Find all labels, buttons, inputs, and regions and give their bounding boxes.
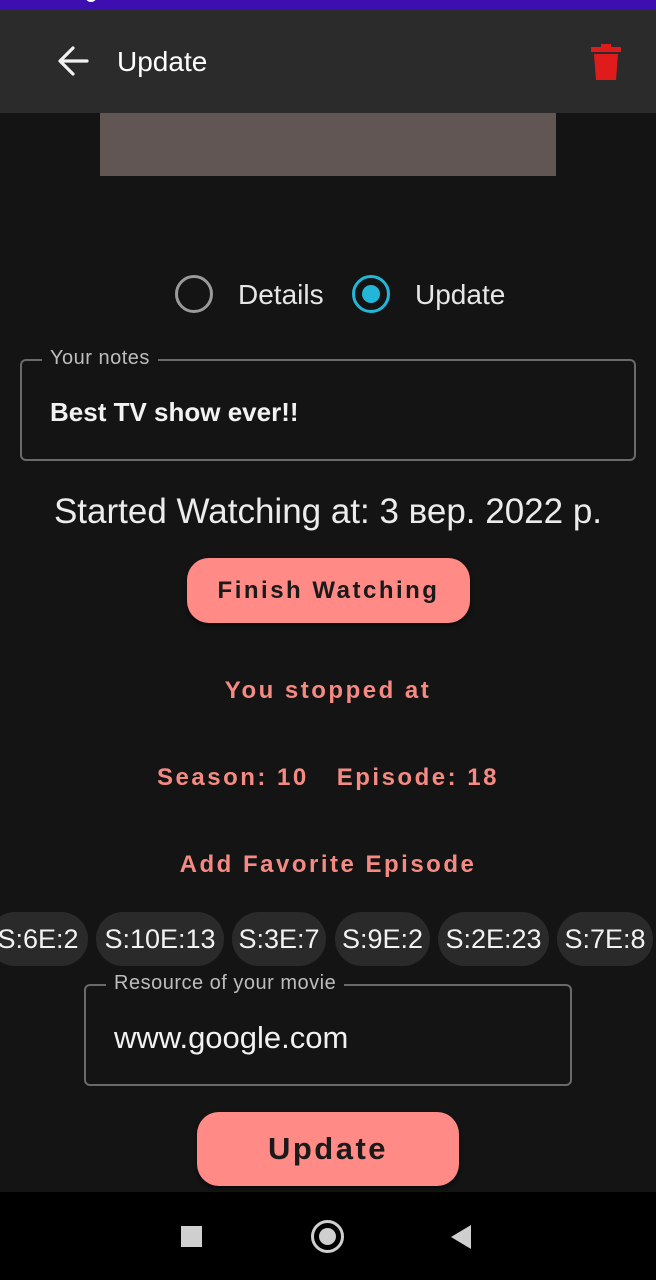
resource-field[interactable]: Resource of your movie www.google.com [84,972,572,1086]
favorite-chip[interactable]: S:7E:8 [557,912,653,966]
notes-input[interactable]: Best TV show ever!! [50,397,299,428]
resource-input[interactable]: www.google.com [114,1020,348,1056]
status-icon [85,0,97,2]
trash-icon [591,44,621,80]
favorite-episodes-list: S:6E:2 S:10E:13 S:3E:7 S:9E:2 S:2E:23 S:… [0,912,656,966]
started-watching-text: Started Watching at: 3 вер. 2022 р. [53,492,603,531]
back-button[interactable] [44,32,102,90]
resource-field-label: Resource of your movie [106,972,345,995]
stopped-at-label: You stopped at [224,677,432,704]
app-bar-title: Update [117,46,208,77]
system-nav-bar [0,1192,656,1280]
back-triangle-icon[interactable] [451,1225,471,1249]
favorite-chip[interactable]: S:3E:7 [232,912,326,966]
status-bar [0,0,656,10]
favorite-chip[interactable]: S:2E:23 [438,912,549,966]
update-radio-label[interactable]: Update [415,279,505,311]
update-button[interactable]: Update [197,1112,459,1186]
finish-watching-button[interactable]: Finish Watching [187,558,470,623]
episode-text[interactable]: Episode: 18 [337,764,499,792]
details-radio[interactable] [175,275,213,313]
update-screen: Update Details Update Your notes Best TV… [0,0,656,1280]
add-favorite-episode-button[interactable]: Add Favorite Episode [0,851,656,879]
favorite-chip[interactable]: S:6E:2 [0,912,88,966]
season-text[interactable]: Season: 10 [157,764,309,792]
favorite-chip[interactable]: S:10E:13 [96,912,224,966]
delete-button[interactable] [580,36,632,88]
recents-icon[interactable] [181,1226,202,1247]
arrow-back-icon [58,46,89,76]
home-icon[interactable] [311,1220,344,1253]
details-radio-label[interactable]: Details [238,279,324,311]
notes-field[interactable]: Your notes Best TV show ever!! [20,347,636,461]
progress-line: Season: 10 Episode: 18 [0,764,656,792]
notes-field-label: Your notes [42,347,158,370]
favorite-chip[interactable]: S:9E:2 [335,912,430,966]
update-radio[interactable] [352,275,390,313]
mode-radio-group: Details Update [0,270,656,320]
app-bar: Update [0,10,656,113]
